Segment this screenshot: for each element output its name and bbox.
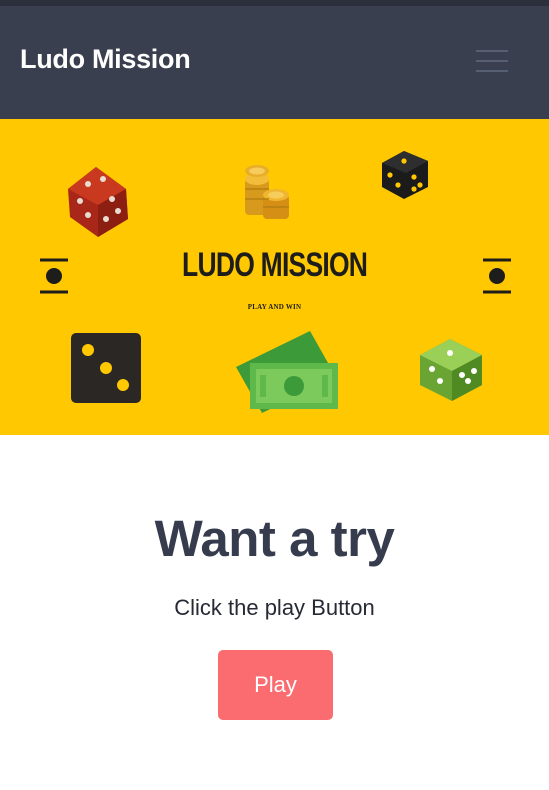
menu-line xyxy=(476,50,508,52)
instruction-text: Click the play Button xyxy=(174,595,375,620)
top-app-bar: Ludo Mission xyxy=(0,0,549,119)
play-button[interactable]: Play xyxy=(218,650,333,720)
black-dice-icon xyxy=(382,151,428,199)
gold-coins-icon xyxy=(245,165,289,219)
hero-banner: LUDO MISSION PLAY AND WIN xyxy=(0,119,549,435)
red-dice-icon xyxy=(68,167,128,237)
headline: Want a try xyxy=(154,510,395,567)
menu-line xyxy=(476,70,508,72)
banner-title: LUDO MISSION xyxy=(182,246,368,284)
hamburger-menu-icon[interactable] xyxy=(474,46,510,76)
green-dice-icon xyxy=(420,339,482,401)
cash-bills-icon xyxy=(236,331,338,413)
app-title: Ludo Mission xyxy=(20,44,191,74)
banner-subtitle: PLAY AND WIN xyxy=(247,303,302,311)
menu-line xyxy=(476,60,508,62)
black-dice-three-icon xyxy=(71,333,141,403)
status-bar-shade xyxy=(0,0,549,6)
main-content: Want a try Click the play Button Play xyxy=(0,435,549,790)
